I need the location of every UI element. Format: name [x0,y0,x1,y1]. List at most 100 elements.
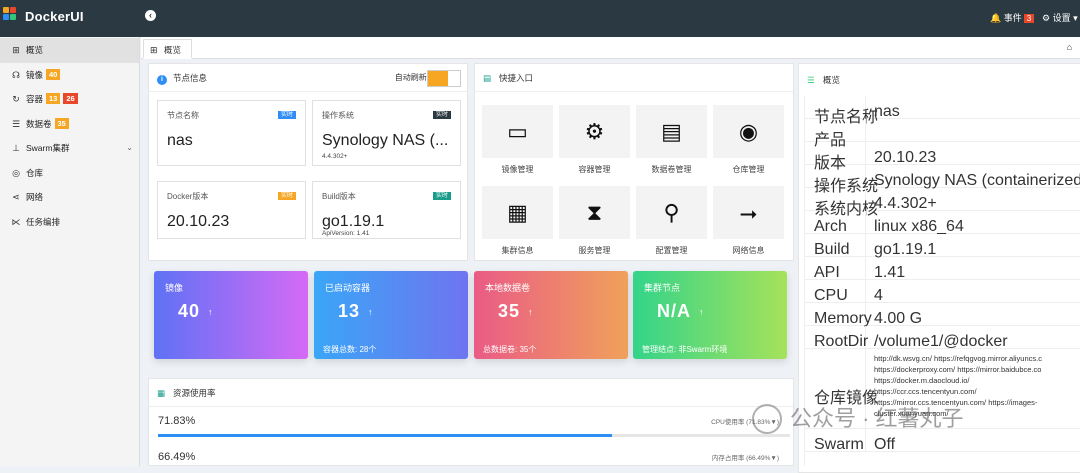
dockerui-logo-icon [3,7,17,23]
quick-entry-header: ▤ 快捷入口 [475,64,793,92]
share-icon: ⋉ [11,216,21,227]
settings-menu[interactable]: ⚙ 设置 ▾ [1042,11,1078,24]
gear-icon: ⚙ [1042,13,1051,23]
mirror-url: https://docker.m.daocloud.io/ [874,376,970,385]
quick-network-button[interactable]: ⭢ [713,186,784,239]
settings-label: 设置 [1052,13,1071,23]
network-icon: ⋖ [12,192,20,202]
bell-icon: 🔔 [990,13,1002,23]
overview-row: Memory 4.00 G [805,303,1080,327]
resource-usage-panel: ▦ 资源使用率 71.83% CPU使用率 (71.83%▼) 66.49% 内… [148,378,794,466]
collapse-sidebar-icon[interactable]: ‹ [145,10,156,21]
sidebar-item-overview[interactable]: ⊞ 概览 [0,38,139,63]
app-title: DockerUI [25,9,84,24]
sidebar-item-registry[interactable]: ◎ 仓库 [0,161,139,186]
sidebar-item-volumes[interactable]: ☰ 数据卷 35 [0,112,139,137]
running-containers-badge: 13 [46,93,61,104]
quick-configs-button[interactable]: ⚲ [636,186,707,239]
overview-value: Off [874,436,896,453]
sidebar-item-label: 任务编排 [26,216,61,227]
node-info-panel: i 节点信息 自动刷新: 节点名称 实时 nas 操作系统 实时 Synolog… [148,63,468,261]
sidebar-item-orchestration[interactable]: ⋉ 任务编排 [0,210,139,235]
card-value: Synology NAS (... [322,132,449,149]
table-icon: ▦ [157,388,166,398]
stat-images[interactable]: 镜像 40 ↑ [154,271,308,359]
windows-icon: ⊞ [12,45,20,55]
gears-icon: ⚙ [584,119,605,144]
auto-refresh-label: 自动刷新: [394,73,429,82]
overview-row: 版本 20.10.23 [805,142,1080,172]
stat-footer: 管理结点: 非Swarm环境 [642,345,728,354]
calendar-icon: ▦ [507,200,528,225]
overview-row: Build go1.19.1 [805,234,1080,258]
quick-images-button[interactable]: ▭ [482,105,553,158]
sidebar-item-label: 仓库 [26,167,44,178]
sidebar-item-label: 数据卷 [26,118,52,129]
volumes-count-badge: 35 [54,117,69,129]
overview-header: ☰ 概览 [799,64,1080,96]
windows-icon: ⊞ [150,45,158,55]
card-label: 节点名称 [167,111,199,120]
quick-label: 集群信息 [501,246,534,255]
window-icon: ▭ [507,119,528,144]
memory-label: 内存占用率 (66.49%▼) [711,455,779,462]
stat-footer: 总数据卷: 35个 [483,345,537,354]
overview-row: 产品 [805,119,1080,149]
events-menu[interactable]: 🔔 事件 3 [990,11,1035,24]
card-label: 操作系统 [322,111,354,120]
arrow-up-icon: ↑ [699,307,705,317]
auto-refresh-toggle[interactable] [427,70,461,87]
home-icon[interactable]: ⌂ [1067,42,1072,52]
quick-cluster-button[interactable]: ▦ [482,186,553,239]
overview-row: Arch linux x86_64 [805,211,1080,235]
sidebar-item-label: 镜像 [26,69,44,80]
sidebar-item-images[interactable]: ☊ 镜像 40 [0,63,139,88]
quick-label: 仓库管理 [732,165,765,174]
quick-containers-button[interactable]: ⚙ [559,105,630,158]
sitemap-icon: ⊥ [12,143,20,153]
mirror-url: http://dk.wsvg.cn/ https://refqgvog.mirr… [874,354,1042,363]
sidebar-item-network[interactable]: ⋖ 网络 [0,185,139,210]
watermark: 公众号 · 红薯丸子 [790,406,964,431]
events-count-badge: 3 [1023,14,1035,23]
overview-row: API 1.41 [805,257,1080,281]
quick-services-button[interactable]: ⧗ [559,186,630,239]
grid-icon: ▤ [483,73,492,83]
quick-registry-button[interactable]: ◉ [713,105,784,158]
node-name-card: 节点名称 实时 nas [157,100,306,166]
panel-title: 资源使用率 [173,388,216,398]
refresh-icon: ↻ [12,94,20,104]
stat-volumes[interactable]: 本地数据卷 35 ↑ 总数据卷: 35个 [474,271,628,359]
sidebar-item-label: 容器 [26,94,44,104]
quick-label: 服务管理 [578,246,611,255]
mirror-url: https://dockerproxy.com/ https://mirror.… [874,365,1042,374]
chevron-down-icon: ▾ [1073,13,1078,23]
headphones-icon: ☊ [12,69,20,80]
stat-value: 13 ↑ [338,301,374,321]
target-icon: ◉ [738,119,759,144]
quick-volumes-button[interactable]: ▤ [636,105,707,158]
tab-overview[interactable]: ⊞ 概览 [143,39,193,59]
os-card: 操作系统 实时 Synology NAS (... 4.4.302+ [312,100,461,166]
cpu-progress-bar [158,434,790,437]
sidebar-item-swarm[interactable]: ⊥ Swarm集群 ⌄ [0,136,139,161]
stat-containers[interactable]: 已启动容器 13 ↑ 容器总数: 28个 [314,271,468,359]
quick-label: 配置管理 [655,246,688,255]
stat-nodes[interactable]: 集群节点 N/A ↑ 管理结点: 非Swarm环境 [633,271,787,359]
overview-row: 节点名称 nas [805,96,1080,126]
build-version-card: Build版本 实时 go1.19.1 ApiVersion: 1.41 [312,181,461,239]
overview-row: RootDir/volume1/@docker [805,326,1080,350]
cpu-percent: 71.83% [158,415,196,427]
globe-icon: ◎ [12,167,20,178]
stat-title: 集群节点 [644,283,681,293]
stat-title: 已启动容器 [325,283,371,293]
card-sub: ApiVersion: 1.41 [322,230,370,237]
chevron-down-icon: ⌄ [126,143,133,152]
realtime-tag: 实时 [432,192,451,200]
panel-title: 快捷入口 [499,73,534,83]
card-label: Docker版本 [167,192,209,201]
sidebar-item-containers[interactable]: ↻ 容器 13 26 [0,87,139,112]
stat-value: N/A ↑ [657,301,705,321]
document-icon: ▤ [661,119,682,144]
search-icon: ⚲ [663,200,680,225]
